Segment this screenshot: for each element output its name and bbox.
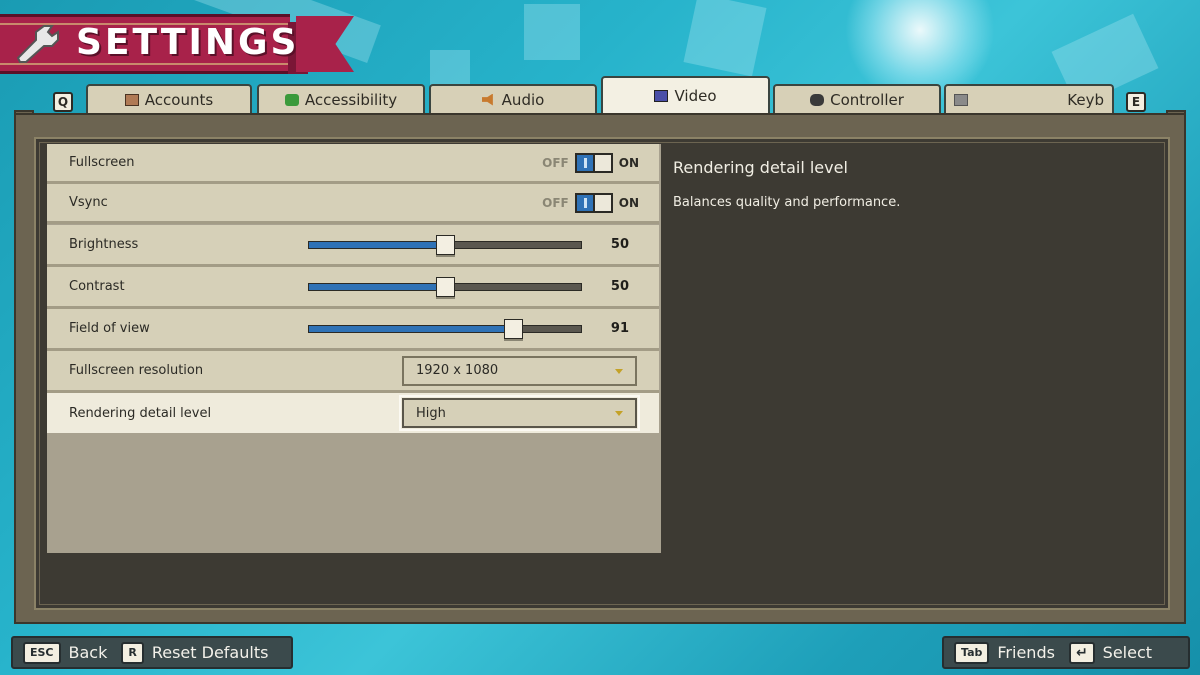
description-text: Balances quality and performance. bbox=[673, 195, 901, 210]
slider-value: 91 bbox=[610, 321, 629, 336]
prev-tab-key-hint[interactable]: Q bbox=[53, 92, 73, 112]
background-block bbox=[683, 0, 767, 77]
setting-label: Brightness bbox=[69, 237, 139, 252]
rendering-dropdown[interactable]: High bbox=[399, 395, 640, 431]
setting-label: Rendering detail level bbox=[69, 405, 212, 421]
settings-list: Fullscreen OFF ON Vsync OFF ON Brightnes… bbox=[47, 144, 661, 553]
slider-value: 50 bbox=[610, 279, 629, 294]
fov-slider[interactable] bbox=[308, 318, 582, 339]
toggle-on-label: ON bbox=[618, 155, 639, 170]
tab-audio[interactable]: Audio bbox=[429, 84, 597, 113]
toggle-knob[interactable] bbox=[592, 152, 613, 173]
toggle-switch[interactable] bbox=[574, 192, 613, 213]
keyboard-icon bbox=[954, 93, 968, 106]
tab-key-hint[interactable]: Tab bbox=[954, 641, 990, 664]
tab-keyboard[interactable]: Keyb bbox=[944, 84, 1114, 113]
reset-defaults-button[interactable]: Reset Defaults bbox=[152, 643, 269, 662]
slider-thumb[interactable] bbox=[436, 276, 455, 297]
creeper-figure-icon bbox=[284, 93, 299, 106]
esc-key-hint[interactable]: ESC bbox=[23, 641, 61, 664]
setting-label: Field of view bbox=[69, 321, 150, 336]
tab-accessibility[interactable]: Accessibility bbox=[257, 84, 425, 113]
toggle-off-label: OFF bbox=[542, 195, 569, 210]
setting-label: Contrast bbox=[69, 279, 125, 294]
slider-fill bbox=[309, 283, 445, 290]
wrench-icon bbox=[16, 25, 59, 63]
footer-hints-left: ESC Back R Reset Defaults bbox=[11, 636, 293, 669]
setting-row-contrast[interactable]: Contrast 50 bbox=[47, 267, 659, 309]
setting-row-vsync[interactable]: Vsync OFF ON bbox=[47, 184, 659, 224]
next-tab-key-hint[interactable]: E bbox=[1126, 92, 1146, 112]
dropdown-value: High bbox=[416, 405, 446, 421]
toggle-switch[interactable] bbox=[574, 152, 613, 173]
tab-label: Video bbox=[674, 86, 717, 105]
fullscreen-toggle[interactable]: OFF ON bbox=[542, 152, 639, 173]
slider-thumb[interactable] bbox=[504, 318, 523, 339]
setting-row-fov[interactable]: Field of view 91 bbox=[47, 309, 659, 351]
brightness-slider[interactable] bbox=[308, 234, 582, 255]
tab-video[interactable]: Video bbox=[601, 76, 770, 113]
monitor-icon bbox=[654, 89, 669, 102]
friends-button[interactable]: Friends bbox=[997, 643, 1055, 662]
tab-label: Controller bbox=[830, 90, 904, 109]
tab-label: Accounts bbox=[144, 90, 214, 109]
tab-controller[interactable]: Controller bbox=[773, 84, 941, 113]
setting-label: Fullscreen bbox=[69, 155, 135, 170]
slider-fill bbox=[309, 325, 513, 332]
tab-label: Audio bbox=[501, 90, 545, 109]
contrast-slider[interactable] bbox=[308, 276, 582, 297]
chevron-down-icon bbox=[615, 411, 623, 416]
r-key-hint[interactable]: R bbox=[121, 641, 144, 664]
slider-value: 50 bbox=[610, 237, 629, 252]
background-block bbox=[524, 4, 580, 60]
tab-accounts[interactable]: Accounts bbox=[86, 84, 252, 113]
setting-row-rendering[interactable]: Rendering detail level High bbox=[47, 393, 659, 433]
toggle-knob[interactable] bbox=[592, 192, 613, 213]
description-title: Rendering detail level bbox=[673, 158, 848, 177]
toggle-on-label: ON bbox=[618, 195, 639, 210]
tab-label: Accessibility bbox=[304, 90, 398, 109]
back-button[interactable]: Back bbox=[69, 643, 108, 662]
speaker-icon bbox=[481, 93, 493, 106]
enter-key-hint[interactable]: ↵ bbox=[1068, 641, 1095, 664]
chevron-down-icon bbox=[615, 368, 623, 374]
setting-label: Vsync bbox=[69, 195, 108, 210]
slider-fill bbox=[309, 241, 445, 248]
page-title: SETTINGS bbox=[76, 22, 300, 63]
slider-thumb[interactable] bbox=[436, 234, 455, 255]
tab-label: Keyb bbox=[1067, 90, 1104, 109]
select-button[interactable]: Select bbox=[1103, 643, 1152, 662]
vsync-toggle[interactable]: OFF ON bbox=[542, 192, 639, 213]
gamepad-icon bbox=[810, 93, 825, 106]
setting-row-brightness[interactable]: Brightness 50 bbox=[47, 225, 659, 267]
setting-label: Fullscreen resolution bbox=[69, 363, 204, 378]
dropdown-value: 1920 x 1080 bbox=[416, 363, 499, 378]
resolution-dropdown[interactable]: 1920 x 1080 bbox=[402, 355, 637, 386]
footer-hints-right: Tab Friends ↵ Select bbox=[942, 636, 1190, 669]
setting-row-resolution[interactable]: Fullscreen resolution 1920 x 1080 bbox=[47, 351, 659, 393]
toggle-off-label: OFF bbox=[542, 155, 569, 170]
setting-row-fullscreen[interactable]: Fullscreen OFF ON bbox=[47, 144, 659, 184]
player-face-icon bbox=[124, 93, 139, 106]
